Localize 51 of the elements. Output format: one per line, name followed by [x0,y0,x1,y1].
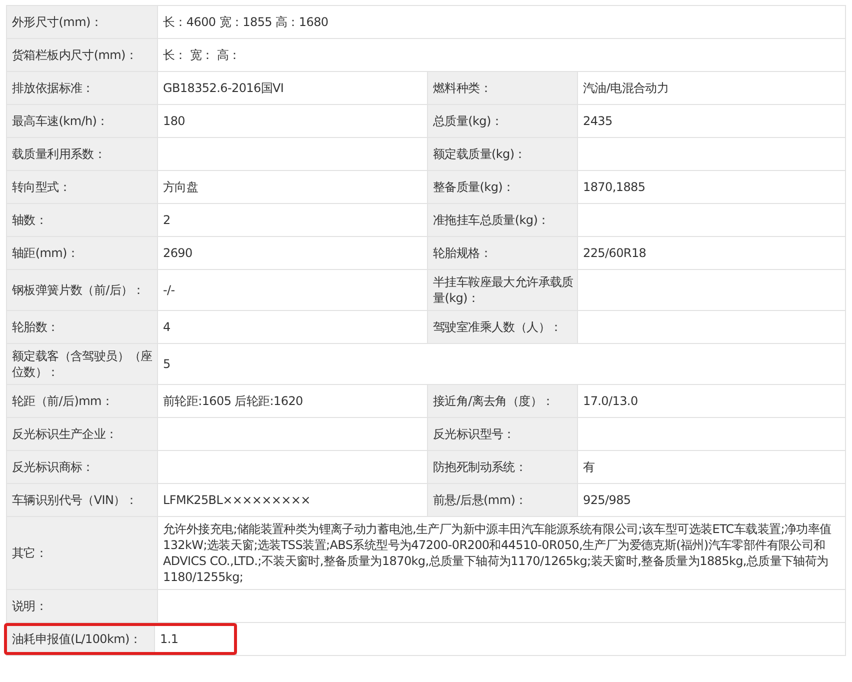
field-label: 驾驶室准乘人数（人）： [428,311,577,343]
field-value: 17.0/13.0 [578,385,845,417]
field-value: 长： 宽： 高： [158,39,845,71]
field-value: LFMK25BL××××××××× [158,484,427,516]
field-label: 反光标识生产企业： [7,418,157,450]
field-label: 防抱死制动系统： [428,451,577,483]
field-label: 外形尺寸(mm)： [7,6,157,38]
field-label: 接近角/离去角（度）： [428,385,577,417]
field-value: 前轮距:1605 后轮距:1620 [158,385,427,417]
field-value: 2 [158,204,427,236]
field-label: 钢板弹簧片数（前/后）： [7,270,157,310]
field-label: 燃料种类： [428,72,577,104]
field-value: 允许外接充电;储能装置种类为锂离子动力蓄电池,生产厂为新中源丰田汽车能源系统有限公司;该车型可选装ETC车载装置;净功率值132kW;选装天窗;选装TSS装置;ABS系统型号为47200-0R200和44510-0R050,生产厂为爱德克斯(福州)汽车零部件有限公司和ADVICS CO.,LTD.;不装天窗时,整备质量为1870kg,总质量下轴荷为1170/1265kg;装天窗时,整备质量为1885kg,总质量下轴荷为1180/1255kg; [158,517,845,589]
field-value: 2435 [578,105,845,137]
field-value: 1.1 [155,626,234,652]
field-label: 轮胎规格： [428,237,577,269]
field-value: 925/985 [578,484,845,516]
field-label: 额定载质量(kg)： [428,138,577,170]
field-label: 转向型式： [7,171,157,203]
field-label: 额定载客（含驾驶员）（座位数）： [7,344,157,384]
field-label: 其它： [7,517,157,589]
field-label: 载质量利用系数： [7,138,157,170]
field-label: 反光标识商标： [7,451,157,483]
field-label: 车辆识别代号（VIN）： [7,484,157,516]
field-label: 货箱栏板内尺寸(mm)： [7,39,157,71]
field-value: 1870,1885 [578,171,845,203]
field-value: 2690 [158,237,427,269]
field-value: 汽油/电混合动力 [578,72,845,104]
field-label: 排放依据标准： [7,72,157,104]
field-label: 轴数： [7,204,157,236]
field-value: 长：4600 宽：1855 高：1680 [158,6,845,38]
field-value: 180 [158,105,427,137]
field-value: 225/60R18 [578,237,845,269]
field-value: GB18352.6-2016国VI [158,72,427,104]
field-value: 5 [158,344,845,384]
field-label: 轮距（前/后)mm： [7,385,157,417]
field-label: 反光标识型号： [428,418,577,450]
field-value: -/- [158,270,427,310]
field-label: 总质量(kg)： [428,105,577,137]
field-label: 轮胎数： [7,311,157,343]
field-label: 轴距(mm)： [7,237,157,269]
field-value: 方向盘 [158,171,427,203]
field-label: 半挂车鞍座最大允许承载质量(kg)： [428,270,577,310]
field-label: 说明： [7,590,157,622]
field-label: 最高车速(km/h)： [7,105,157,137]
field-value: 有 [578,451,845,483]
field-value: 4 [158,311,427,343]
field-label: 准拖挂车总质量(kg)： [428,204,577,236]
field-label: 整备质量(kg)： [428,171,577,203]
field-label: 前悬/后悬(mm)： [428,484,577,516]
field-label: 油耗申报值(L/100km)： [7,626,154,652]
